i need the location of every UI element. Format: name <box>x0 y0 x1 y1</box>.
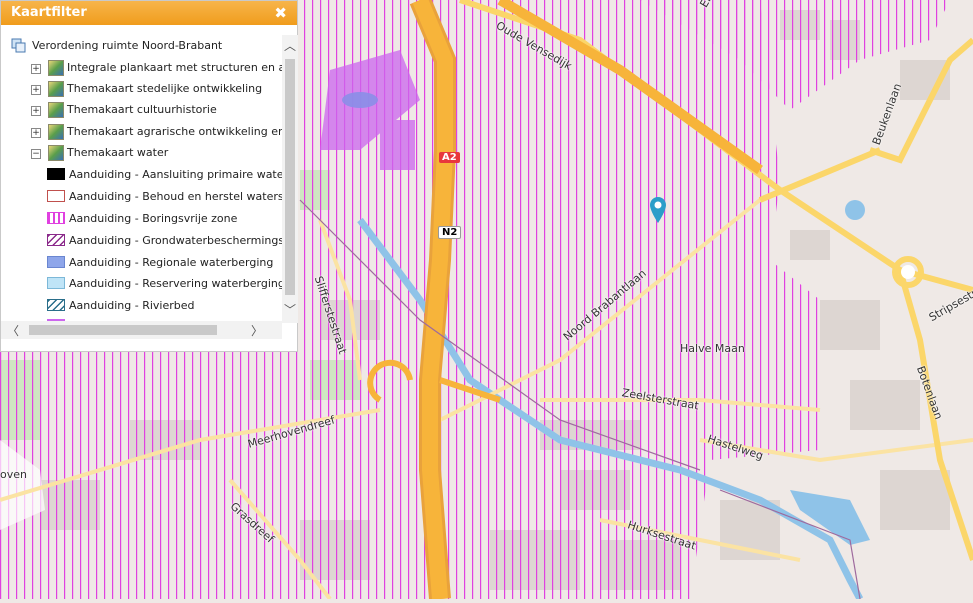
legend-label: Aanduiding - Reservering waterberging <box>69 277 282 290</box>
map-layer-icon <box>48 124 64 140</box>
tree-item-label: Themakaart agrarische ontwikkeling en wi… <box>67 125 282 138</box>
layer-tree: Verordening ruimte Noord-Brabant + Integ… <box>1 35 282 321</box>
legend-label: Aanduiding - Aansluiting primaire waterk… <box>69 168 282 181</box>
panel-header: Kaartfilter ✖ <box>1 1 297 25</box>
legend-label: Aanduiding - Behoud en herstel watersyst… <box>69 190 282 203</box>
scroll-left-icon[interactable]: 〈 <box>7 322 19 339</box>
expand-plus-icon[interactable]: + <box>31 85 41 95</box>
tree-item-label: Themakaart water <box>67 146 169 159</box>
map-layer-icon <box>48 102 64 118</box>
expand-plus-icon[interactable]: + <box>31 64 41 74</box>
close-icon[interactable]: ✖ <box>274 1 287 25</box>
vertical-scrollbar[interactable]: ︿ ﹀ <box>282 35 298 323</box>
street-label-halve-maan: Halve Maan <box>680 342 745 355</box>
legend-symbol-purple-diagonal-hatch <box>47 234 65 246</box>
expand-plus-icon[interactable]: + <box>31 128 41 138</box>
road-shield-n2: N2 <box>438 226 462 239</box>
legend-symbol-solid-black <box>47 168 65 180</box>
scroll-down-icon[interactable]: ﹀ <box>284 301 296 318</box>
layers-icon <box>11 38 26 53</box>
legend-label: Aanduiding - Rivierbed <box>69 299 195 312</box>
kaartfilter-panel: Kaartfilter ✖ Verordening ruimte Noord-B… <box>0 0 298 352</box>
map-pin-icon[interactable] <box>649 196 667 224</box>
legend-label: Aanduiding - Grondwaterbeschermingsgebie <box>69 234 282 247</box>
legend-symbol-teal-diagonal-hatch <box>47 299 65 311</box>
legend-symbol-blue-fill <box>47 256 65 268</box>
horizontal-scrollbar[interactable]: 〈 〉 <box>1 321 282 339</box>
scroll-right-icon[interactable]: 〉 <box>251 322 263 339</box>
road-shield-a2: A2 <box>439 152 460 163</box>
legend-symbol-outline-red <box>47 190 65 202</box>
panel-title: Kaartfilter <box>11 5 87 20</box>
place-label-oven: oven <box>0 468 27 481</box>
horizontal-scroll-thumb[interactable] <box>29 325 217 335</box>
expand-plus-icon[interactable]: + <box>31 106 41 116</box>
tree-root-label: Verordening ruimte Noord-Brabant <box>32 39 223 52</box>
map-layer-icon <box>48 81 64 97</box>
legend-symbol-magenta-hatch <box>47 212 65 224</box>
legend-label: Aanduiding - Boringsvrije zone <box>69 212 238 225</box>
map-layer-icon <box>48 145 64 161</box>
legend-label: Aanduiding - Regionale waterberging <box>69 256 274 269</box>
scroll-up-icon[interactable]: ︿ <box>284 37 296 54</box>
tree-item-label: Themakaart cultuurhistorie <box>67 103 217 116</box>
collapse-minus-icon[interactable]: − <box>31 149 41 159</box>
vertical-scroll-thumb[interactable] <box>285 59 295 295</box>
tree-item-label: Themakaart stedelijke ontwikkeling <box>67 82 263 95</box>
map-layer-icon <box>48 60 64 76</box>
legend-symbol-light-blue-fill <box>47 277 65 289</box>
tree-item-label: Integrale plankaart met structuren en aa… <box>67 61 282 74</box>
